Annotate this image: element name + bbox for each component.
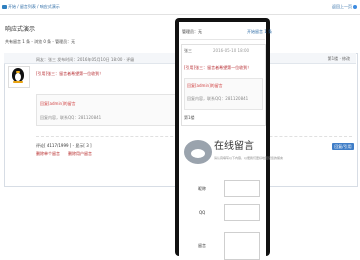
mobile-time: 2016-05-10 18:00 [213,48,250,53]
name-label: 昵称 [198,186,206,191]
penguin-beak [16,71,20,73]
name-input[interactable] [224,180,260,197]
online-message-subtitle: 请认真填写以下内容，以便我们更好地回复您的留言 [214,156,284,160]
quote-body: 回复内容，联系QQ：281120841 [40,115,102,120]
post-meta: 网友：张三 发布时间：2016年05月10日 18:00 · 评级 [36,57,135,62]
quote-title: 回复[admin]的留言 [40,101,76,106]
page-stats: 共有留言 1 条 - 浏览 0 条 - 管理员：无 [5,39,76,44]
qq-label: QQ [199,210,206,215]
mobile-stats: 管理员：无 [182,29,202,34]
breadcrumb[interactable]: 开始 / 留言列表 / 响应式演示 [8,4,60,9]
home-icon[interactable] [2,5,7,9]
delete-one-link[interactable]: 删除单个留言 [36,151,60,156]
back-icon[interactable] [353,5,357,9]
back-link[interactable]: 返回上一页 [332,4,352,9]
mobile-user: 张三 [184,48,192,53]
mobile-back-link[interactable]: 开始留言 1 条 [247,29,272,34]
mobile-quote-title: 回复[admin]的留言 [187,83,223,88]
post-quote-line: [引用]张三：留言者希望第一位收到！ [36,71,104,76]
page-title: 响应式演示 [5,26,36,33]
online-message-title: 在线留言 [214,141,254,152]
qq-input[interactable] [224,204,260,221]
mobile-quote-body: 回复内容，联系QQ：281120841 [187,96,249,101]
mobile-divider [180,39,265,40]
message-label: 留言 [198,243,206,248]
post-floor[interactable]: 第1楼 · 修改 [328,56,350,61]
chat-bubble-inner [191,149,205,158]
mobile-floor: 第1楼 [184,115,195,120]
penguin-belly [15,73,21,81]
post-count: 评论[ 4117/1999 ] - 显示[ 3 ] [36,143,92,148]
message-textarea[interactable] [224,232,260,260]
delete-all-link[interactable]: 删除用户留言 [68,151,92,156]
penguin-feet [13,81,23,83]
reply-button[interactable]: 回复/引用 [332,143,354,150]
mobile-quote-line: [引用]张三：留言者希望第一位收到！ [184,65,252,70]
